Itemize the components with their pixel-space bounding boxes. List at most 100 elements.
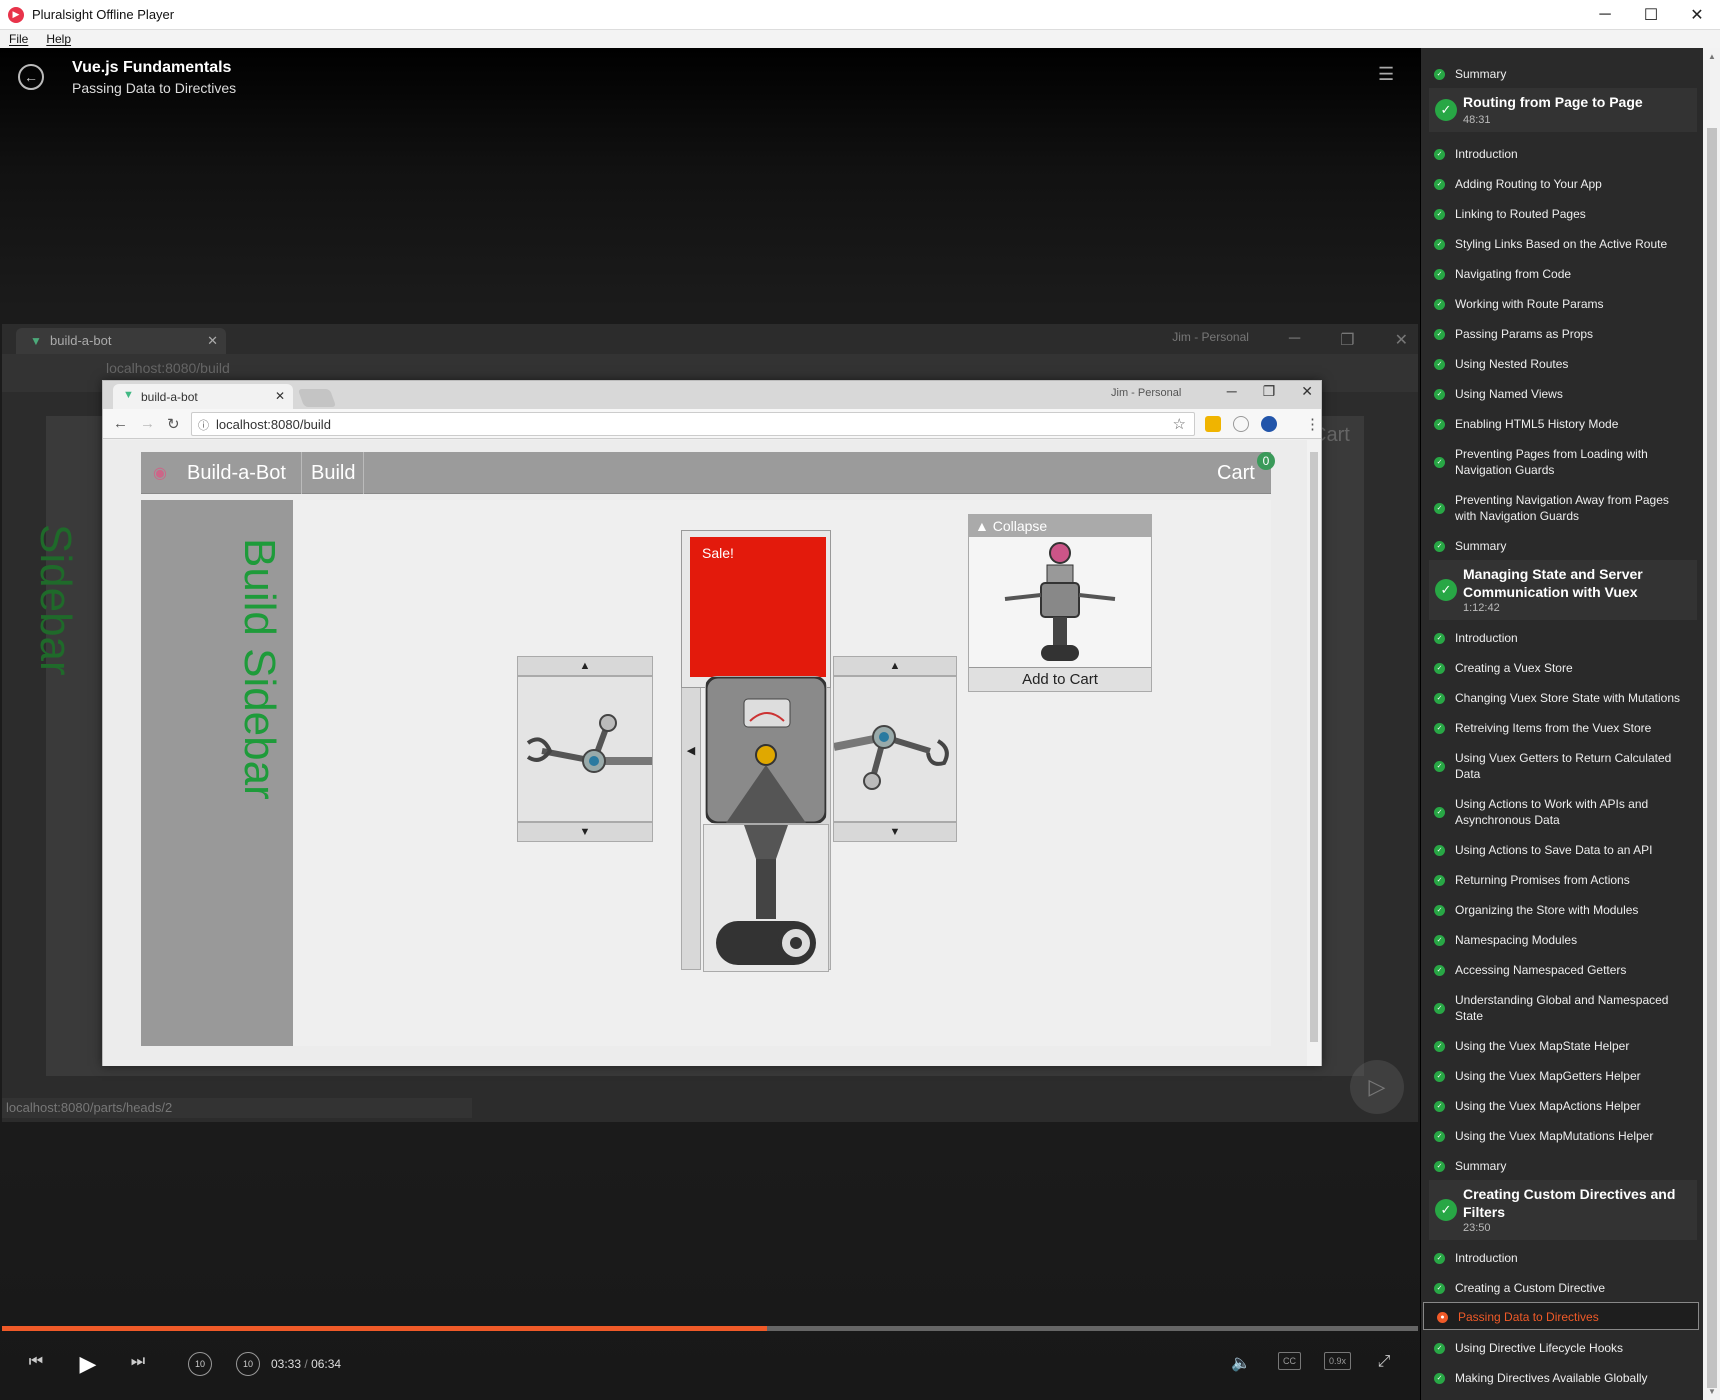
robot-preview: ▲ Collapse Add to Cart [968,514,1152,692]
toc-module[interactable]: ✓ Managing State and Server Communication… [1429,560,1697,620]
vue-logo-icon: ▼ [123,389,134,401]
clip-title: Changing Vuex Store State with Mutations [1455,691,1681,705]
back-icon: ← [113,415,128,432]
table-of-contents-icon[interactable]: ☰ [1378,65,1398,83]
total-time: 06:34 [311,1357,342,1371]
skip-back-seconds: 10 [194,1359,205,1369]
toc-clip[interactable]: ✓ Navigating from Code [1421,260,1720,288]
clip-title: Namespacing Modules [1455,933,1578,947]
toc-clip[interactable]: ✓ Styling Links Based on the Active Route [1421,230,1720,258]
toc-clip[interactable]: ✓ Using the Vuex MapMutations Helper [1421,1122,1720,1150]
close-icon[interactable]: ✕ [1674,0,1720,30]
app-sidebar: Build Sidebar [141,500,293,1046]
clip-complete-icon: ✓ [1434,1002,1445,1014]
pluralsight-logo-icon: ▶ [8,6,24,23]
toc-clip[interactable]: ✓ Returning Promises from Actions [1421,866,1720,894]
toc-clip[interactable]: ✓ Understanding Global and Namespaced Sta… [1421,986,1720,1030]
address-bar: ⓘ localhost:8080/build ☆ [191,412,1195,436]
clip-complete-icon: ✓ [1434,904,1445,916]
left-arm-up-arrow: ▲ [517,656,653,676]
clip-complete-icon: ✓ [1434,68,1445,80]
robot-torso-image [704,675,828,825]
nav-build-link: Build [311,462,356,484]
toc-clip[interactable]: ✓ Using Vuex Getters to Return Calculated… [1421,744,1720,788]
toc-clip[interactable]: ✓ Using the Vuex MapGetters Helper [1421,1062,1720,1090]
toc-clip[interactable]: ✓ Using Nested Routes [1421,350,1720,378]
toc-clip[interactable]: ✓ Organizing the Store with Modules [1421,896,1720,924]
minimize-icon[interactable]: ─ [1582,0,1628,30]
clip-complete-icon: ✓ [1434,1342,1445,1354]
clip-title: Creating a Vuex Store [1455,661,1573,675]
seek-bar[interactable] [2,1326,1418,1331]
speed-button[interactable]: 0.9x [1324,1352,1352,1370]
toc-clip[interactable]: ✓ Using the Vuex MapState Helper [1421,1032,1720,1060]
toc-clip[interactable]: ✓ Creating a Custom Directive [1421,1274,1720,1302]
play-icon[interactable]: ▶ [74,1351,102,1376]
toc-clip[interactable]: ✓ Introduction [1421,140,1720,168]
clip-title: Using Nested Routes [1455,357,1569,371]
video-frame[interactable]: ▼ build-a-bot ✕ Jim - Personal ─ ❐ ✕ loc… [2,324,1418,1122]
toc-clip-current[interactable]: ● Passing Data to Directives [1423,1302,1699,1330]
minimize-icon: ─ [1226,383,1237,399]
menu-help[interactable]: Help [37,32,80,46]
toc-clip[interactable]: ✓ Changing Vuex Store State with Mutation… [1421,684,1720,712]
clip-complete-icon: ✓ [1434,148,1445,160]
browser-tab: ▼ build-a-bot ✕ [113,384,293,409]
clip-title: Using Vuex Getters to Return Calculated … [1455,751,1672,781]
maximize-icon[interactable]: ☐ [1628,0,1674,30]
toc-clip[interactable]: ✓ Working with Route Params [1421,290,1720,318]
toc-clip[interactable]: ✓ Using Actions to Work with APIs and Asy… [1421,790,1720,834]
toc-clip[interactable]: ✓ Summary [1421,532,1720,560]
toc-clip[interactable]: ✓ Accessing Namespaced Getters [1421,956,1720,984]
toc-clip[interactable]: ✓ Preventing Pages from Loading with Navi… [1421,440,1720,484]
toc-module[interactable]: ✓ Creating Custom Directives and Filters 2… [1429,1180,1697,1240]
toc-clip[interactable]: ✓ Passing Params as Props [1421,320,1720,348]
right-arm-up-arrow: ▲ [833,656,957,676]
skip-back-icon[interactable]: 10 [188,1352,212,1376]
toc-clip[interactable]: ✓ Creating a Vuex Store [1421,654,1720,682]
clip-complete-icon: ✓ [1434,1100,1445,1112]
volume-icon[interactable]: 🔈 [1230,1352,1252,1374]
clip-complete-icon: ✓ [1434,806,1445,818]
browser-scrollbar [1307,440,1321,1066]
toc-clip[interactable]: ✓ Retreiving Items from the Vuex Store [1421,714,1720,742]
restore-icon: ❐ [1262,383,1276,399]
next-clip-icon[interactable]: ▷ [1350,1060,1404,1114]
toc-clip[interactable]: ✓ Introduction [1421,624,1720,652]
next-clip-icon[interactable]: ⏭ [128,1352,148,1372]
bg-close-icon: ✕ [1394,332,1408,349]
toc-clip[interactable]: ✓ Using Named Views [1421,380,1720,408]
clip-title: Returning Promises from Actions [1455,873,1630,887]
clip-complete-icon: ✓ [1434,964,1445,976]
browser-tab-title: build-a-bot [141,390,198,404]
toc-clip[interactable]: ✓ Making Directives Available Globally [1421,1364,1720,1392]
toc-clip[interactable]: ✓ Enabling HTML5 History Mode [1421,410,1720,438]
toc-module[interactable]: ✓ Routing from Page to Page 48:31 [1429,88,1697,132]
clip-title: Enabling HTML5 History Mode [1455,417,1619,431]
toc-clip[interactable]: ✓ Using Actions to Save Data to an API [1421,836,1720,864]
toc-clip[interactable]: ✓ Using the Vuex MapActions Helper [1421,1092,1720,1120]
toc-clip[interactable]: ✓ Using Directive Lifecycle Hooks [1421,1334,1720,1362]
toc-clip[interactable]: ✓ Preventing Navigation Away from Pages w… [1421,486,1720,530]
module-duration: 1:12:42 [1463,602,1500,614]
toc-clip[interactable]: ✓ Namespacing Modules [1421,926,1720,954]
clip-title: Linking to Routed Pages [1455,207,1586,221]
tab-close-icon: ✕ [274,389,285,403]
menu-file[interactable]: File [0,32,37,46]
clip-title: Using Directive Lifecycle Hooks [1455,1341,1624,1355]
previous-clip-icon[interactable]: ⏮ [26,1352,46,1372]
toc-clip[interactable]: ✓ Introduction [1421,1244,1720,1272]
clip-complete-icon: ✓ [1434,540,1445,552]
clip-title: Summary [1455,1159,1507,1173]
fullscreen-icon[interactable]: ⤢ [1374,1352,1394,1372]
cart-count-badge: 0 [1257,452,1275,470]
toc-clip[interactable]: ✓ Summary [1421,1152,1720,1180]
toc-clip[interactable]: ✓ Linking to Routed Pages [1421,200,1720,228]
toc-clip[interactable]: ✓ Adding Routing to Your App [1421,170,1720,198]
captions-button[interactable]: CC [1278,1352,1301,1370]
skip-forward-icon[interactable]: 10 [236,1352,260,1376]
back-arrow-icon[interactable]: ← [18,64,44,90]
skip-forward-seconds: 10 [242,1359,253,1369]
toc-clip[interactable]: ✓ Summary [1421,60,1720,88]
extension-icon [1233,416,1249,432]
